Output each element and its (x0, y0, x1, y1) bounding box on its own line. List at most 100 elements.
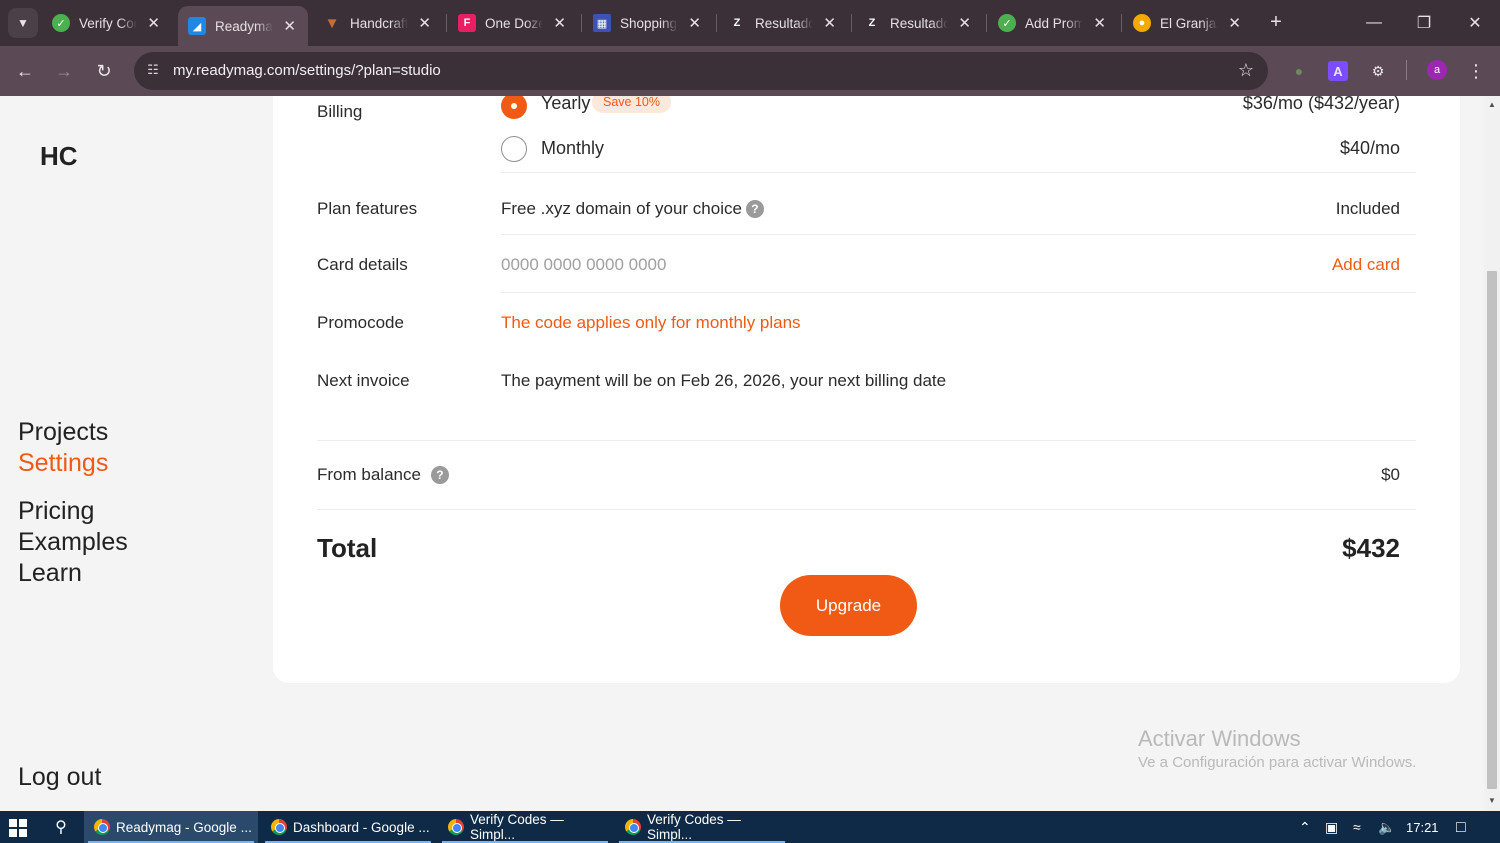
f-logo-icon: F (458, 14, 476, 32)
tray-chevron-up-icon[interactable]: ⌃ (1299, 819, 1311, 836)
extension-bug-icon[interactable]: ● (1287, 59, 1311, 83)
plan-feature-item: Free .xyz domain of your choice? (501, 199, 764, 219)
forward-arrow-icon[interactable]: → (49, 56, 79, 86)
taskbar-app-dashboard[interactable]: Dashboard - Google ... (261, 811, 435, 843)
save-badge: Save 10% (592, 96, 671, 113)
tab-separator (986, 14, 987, 32)
wifi-icon[interactable]: ≈ (1353, 819, 1361, 835)
divider (501, 234, 1416, 235)
tab-verify-codes[interactable]: ✓ Verify Codes ✕ (42, 6, 172, 40)
browser-toolbar: ← → ↻ ☷ my.readymag.com/settings/?plan=s… (0, 46, 1500, 96)
sidebar-item-settings[interactable]: Settings (18, 449, 108, 478)
close-tab-icon[interactable]: ✕ (823, 14, 836, 32)
sidebar-item-projects[interactable]: Projects (18, 418, 108, 447)
readymag-icon: ◢ (188, 17, 206, 35)
close-tab-icon[interactable]: ✕ (553, 14, 566, 32)
menu-kebab-icon[interactable]: ⋮ (1464, 59, 1488, 83)
card-number-input[interactable]: 0000 0000 0000 0000 (501, 255, 666, 275)
page-content: HC Projects Settings Pricing Examples Le… (0, 96, 1484, 811)
add-card-link[interactable]: Add card (1332, 255, 1400, 275)
sidebar-item-pricing[interactable]: Pricing (18, 497, 94, 526)
address-bar[interactable]: ☷ my.readymag.com/settings/?plan=studio … (134, 52, 1268, 90)
help-question-icon[interactable]: ? (430, 466, 449, 484)
plan-features-label: Plan features (317, 199, 418, 218)
yearly-radio[interactable] (501, 96, 527, 119)
tab-resultados-1[interactable]: Z Resultados ✕ (718, 6, 848, 40)
yearly-option[interactable]: Yearly Save 10% $36/mo ($432/year) (0, 96, 1484, 119)
reload-icon[interactable]: ↻ (89, 56, 119, 86)
minimize-icon[interactable]: — (1359, 8, 1389, 38)
page-scrollbar[interactable]: ▲ ▼ (1484, 96, 1500, 811)
granjazo-icon: ● (1133, 14, 1151, 32)
close-tab-icon[interactable]: ✕ (958, 14, 971, 32)
battery-icon[interactable]: ▣ (1325, 819, 1338, 836)
windows-watermark-title: Activar Windows (1138, 726, 1301, 751)
taskbar-app-verify-codes-1[interactable]: Verify Codes — Simpl... (438, 811, 612, 843)
close-tab-icon[interactable]: ✕ (1228, 14, 1241, 32)
green-check-icon: ✓ (52, 14, 70, 32)
windows-watermark-subtitle: Ve a Configuración para activar Windows. (1138, 754, 1417, 771)
notifications-icon[interactable]: □ (1456, 819, 1466, 837)
scrollbar-thumb[interactable] (1487, 271, 1497, 789)
scroll-down-arrow-icon[interactable]: ▼ (1488, 796, 1496, 805)
tab-separator (446, 14, 447, 32)
extension-a-icon[interactable]: A (1328, 61, 1348, 81)
close-tab-icon[interactable]: ✕ (1093, 14, 1106, 32)
close-tab-icon[interactable]: ✕ (283, 17, 296, 35)
tab-resultados-2[interactable]: Z Resultados ✕ (853, 6, 983, 40)
taskbar-app-readymag[interactable]: Readymag - Google ... (84, 811, 258, 843)
promocode-note: The code applies only for monthly plans (501, 313, 801, 332)
tab-el-granjazo[interactable]: ● El Granjazo ✕ (1123, 6, 1253, 40)
chrome-icon (94, 819, 110, 835)
tab-separator (1121, 14, 1122, 32)
monthly-option[interactable]: Monthly $40/mo (0, 136, 1484, 162)
sidebar-item-examples[interactable]: Examples (18, 528, 128, 557)
volume-icon[interactable]: 🔈 (1378, 819, 1395, 836)
chrome-icon (625, 819, 641, 835)
sidebar-item-learn[interactable]: Learn (18, 559, 82, 588)
shield-icon: ▼ (324, 14, 340, 32)
restore-icon[interactable]: ❐ (1409, 8, 1439, 38)
back-arrow-icon[interactable]: ← (10, 56, 40, 86)
extensions-puzzle-icon[interactable]: ⚙ (1366, 59, 1390, 83)
plan-feature-text: Free .xyz domain of your choice (501, 199, 742, 218)
tab-shopping[interactable]: ▦ Shopping ✕ (583, 6, 713, 40)
balance-value: $0 (1381, 465, 1400, 484)
z-icon: Z (733, 17, 741, 29)
close-tab-icon[interactable]: ✕ (688, 14, 701, 32)
new-tab-plus-icon[interactable]: + (1264, 10, 1288, 34)
yearly-label: Yearly (541, 96, 591, 113)
divider (317, 509, 1416, 510)
tab-handcrafted[interactable]: ▼ Handcrafted ✕ (313, 6, 443, 40)
taskbar-app-verify-codes-2[interactable]: Verify Codes — Simpl... (615, 811, 789, 843)
windows-taskbar: ⚲ Readymag - Google ... Dashboard - Goog… (0, 811, 1500, 843)
close-tab-icon[interactable]: ✕ (418, 14, 431, 32)
site-info-icon[interactable]: ☷ (144, 61, 162, 79)
taskbar-search-icon[interactable]: ⚲ (50, 816, 72, 838)
tab-add-promo[interactable]: ✓ Add Promo ✕ (988, 6, 1118, 40)
monthly-radio[interactable] (501, 136, 527, 162)
tab-readymag[interactable]: ◢ Readymag ✕ (178, 6, 308, 46)
close-window-icon[interactable]: ✕ (1460, 8, 1490, 38)
close-tab-icon[interactable]: ✕ (147, 14, 160, 32)
balance-row-label: From balance? (317, 465, 449, 485)
logout-link[interactable]: Log out (18, 763, 101, 792)
windows-start-icon[interactable] (9, 819, 27, 837)
help-question-icon[interactable]: ? (745, 200, 764, 218)
tab-separator (851, 14, 852, 32)
upgrade-button[interactable]: Upgrade (780, 575, 917, 636)
chrome-icon (448, 819, 464, 835)
tab-search-chevron-icon[interactable]: ▼ (8, 8, 38, 38)
scroll-up-arrow-icon[interactable]: ▲ (1488, 100, 1496, 109)
total-value: $432 (1342, 533, 1400, 563)
z-icon: Z (868, 17, 876, 29)
from-balance-label: From balance (317, 465, 421, 484)
tab-separator (581, 14, 582, 32)
tab-strip: ▼ ✓ Verify Codes ✕ ◢ Readymag ✕ ▼ Handcr… (0, 0, 1500, 46)
tab-one-dozen[interactable]: F One Dozen ✕ (448, 6, 578, 40)
total-label: Total (317, 533, 378, 563)
url-text[interactable]: my.readymag.com/settings/?plan=studio (173, 62, 441, 79)
taskbar-clock[interactable]: 17:21 (1406, 820, 1439, 835)
profile-avatar[interactable]: a (1427, 60, 1447, 80)
bookmark-star-icon[interactable]: ☆ (1238, 60, 1254, 81)
